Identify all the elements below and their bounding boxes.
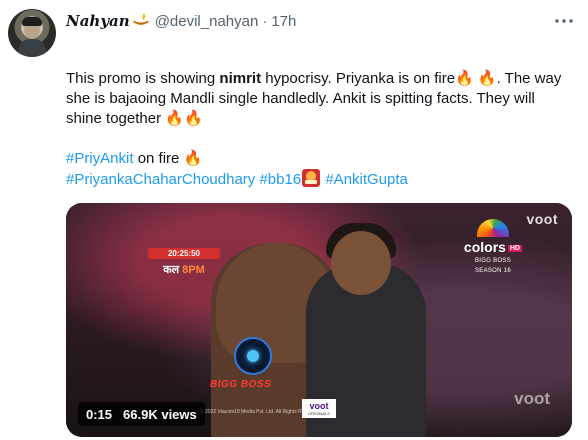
display-name[interactable]: Nahyan <box>66 12 130 30</box>
video-duration: 0:15 <box>86 406 113 422</box>
promo-time-badge: 20:25:50 कल 8PM <box>148 248 220 277</box>
tweet-header: Nahyan @devil_nahyan · 17h <box>66 11 296 31</box>
fire-emoji: 🔥 <box>183 110 203 127</box>
bigg-boss-hashflag-icon <box>302 169 321 187</box>
text-line: #PriyankaChaharChoudhary #bb16 #AnkitGup… <box>66 169 571 190</box>
fire-emoji: 🔥 <box>455 70 474 87</box>
avatar[interactable] <box>8 9 56 57</box>
text-line: she is bajaoing Mandli single handledly.… <box>66 90 535 107</box>
bold-word: nimrit <box>219 70 262 87</box>
separator-dot: · <box>262 12 268 30</box>
tweet-text: This promo is showing nimrit hypocrisy. … <box>66 69 571 190</box>
text-line: shine together 🔥🔥 <box>66 110 203 127</box>
text-line: This promo is showing nimrit hypocrisy. … <box>66 70 562 87</box>
video-views: 66.9K views <box>123 406 197 422</box>
hashtag-link[interactable]: #AnkitGupta <box>325 171 408 188</box>
fire-emoji: 🔥 <box>183 150 203 167</box>
channel-logo: colors HD BIGG BOSS SEASON 16 <box>448 219 538 275</box>
video-info-badge: 0:15 66.9K views <box>78 402 205 426</box>
hashtag-link[interactable]: #bb16 <box>259 171 301 188</box>
video-player[interactable]: voot colors HD BIGG BOSS SEASON 16 20:25:… <box>66 203 572 437</box>
hashtag-link[interactable]: #PriyAnkit <box>66 150 134 167</box>
hashtag-link[interactable]: #PriyankaChaharChoudhary <box>66 171 255 188</box>
text-line: #PriyAnkit on fire 🔥 <box>66 150 203 167</box>
bigg-boss-eye-logo <box>234 337 272 375</box>
user-handle[interactable]: @devil_nahyan <box>155 13 259 30</box>
fire-emoji: 🔥 <box>477 70 497 87</box>
bigg-boss-logo-text: BIGG BOSS <box>209 379 273 390</box>
voot-originals-logo: voot ORIGINALS <box>302 399 336 418</box>
voot-corner-watermark: voot <box>514 389 550 408</box>
countdown-clock: 20:25:50 <box>148 248 220 259</box>
tweet[interactable]: Nahyan @devil_nahyan · 17h This promo is… <box>0 0 588 440</box>
fire-emoji: 🔥 <box>165 110 184 127</box>
more-options-icon[interactable] <box>552 9 576 33</box>
diya-icon <box>131 13 151 28</box>
tweet-timestamp[interactable]: 17h <box>271 13 296 30</box>
